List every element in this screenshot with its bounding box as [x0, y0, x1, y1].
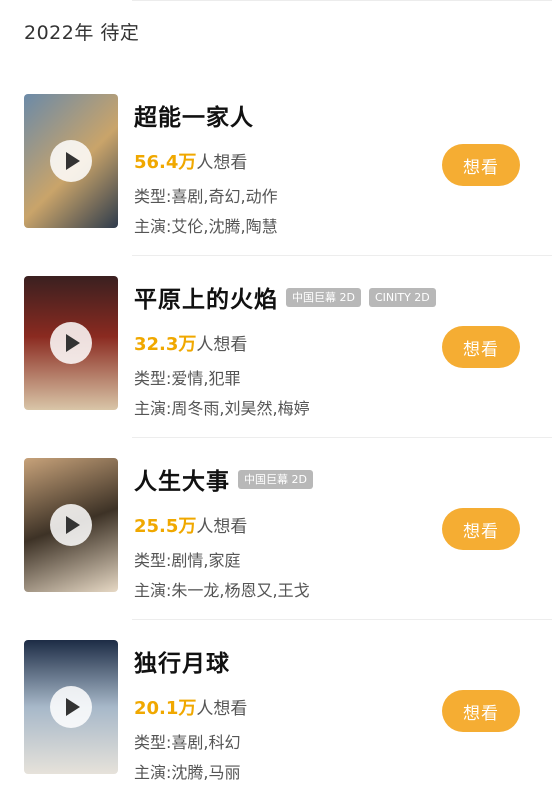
section-header: 2022年 待定	[24, 22, 140, 44]
movie-item[interactable]: 独行月球 20.1万人想看 类型:喜剧,科幻 主演:沈腾,马丽 想看	[0, 620, 552, 802]
movie-poster[interactable]	[24, 276, 118, 410]
movie-cast: 主演:周冬雨,刘昊然,梅婷	[134, 399, 310, 418]
movie-genre: 类型:喜剧,奇幻,动作	[134, 187, 278, 206]
top-divider	[132, 0, 552, 1]
movie-cast: 主演:朱一龙,杨恩又,王戈	[134, 581, 310, 600]
movie-genre: 类型:剧情,家庭	[134, 551, 241, 570]
movie-title[interactable]: 独行月球	[134, 644, 230, 678]
want-to-see-button[interactable]: 想看	[442, 144, 520, 186]
want-to-see-button[interactable]: 想看	[442, 508, 520, 550]
want-count: 32.3万	[134, 334, 197, 355]
movie-item[interactable]: 人生大事 中国巨幕 2D 25.5万人想看 类型:剧情,家庭 主演:朱一龙,杨恩…	[0, 438, 552, 620]
want-count: 20.1万	[134, 698, 197, 719]
movie-item[interactable]: 平原上的火焰 中国巨幕 2D CINITY 2D 32.3万人想看 类型:爱情,…	[0, 256, 552, 438]
want-count-row: 56.4万人想看	[134, 148, 247, 174]
movie-title[interactable]: 超能一家人	[134, 98, 254, 132]
play-icon[interactable]	[50, 504, 92, 546]
want-count-row: 25.5万人想看	[134, 512, 247, 538]
movie-title[interactable]: 平原上的火焰	[134, 280, 278, 314]
movie-title[interactable]: 人生大事	[134, 462, 230, 496]
movie-cast: 主演:沈腾,马丽	[134, 763, 241, 782]
movie-cast: 主演:艾伦,沈腾,陶慧	[134, 217, 278, 236]
format-tag: 中国巨幕 2D	[286, 287, 361, 307]
play-icon[interactable]	[50, 140, 92, 182]
want-suffix: 人想看	[196, 153, 248, 173]
movie-poster[interactable]	[24, 458, 118, 592]
want-suffix: 人想看	[196, 699, 248, 719]
want-to-see-button[interactable]: 想看	[442, 690, 520, 732]
movie-poster[interactable]	[24, 94, 118, 228]
movie-genre: 类型:喜剧,科幻	[134, 733, 241, 752]
movie-poster[interactable]	[24, 640, 118, 774]
movie-item[interactable]: 超能一家人 56.4万人想看 类型:喜剧,奇幻,动作 主演:艾伦,沈腾,陶慧 想…	[0, 74, 552, 256]
play-icon[interactable]	[50, 322, 92, 364]
want-count-row: 32.3万人想看	[134, 330, 247, 356]
format-tag: CINITY 2D	[368, 287, 436, 307]
want-count-row: 20.1万人想看	[134, 694, 247, 720]
want-suffix: 人想看	[196, 335, 248, 355]
want-count: 56.4万	[134, 152, 197, 173]
want-count: 25.5万	[134, 516, 197, 537]
play-icon[interactable]	[50, 686, 92, 728]
want-to-see-button[interactable]: 想看	[442, 326, 520, 368]
movie-genre: 类型:爱情,犯罪	[134, 369, 241, 388]
format-tag: 中国巨幕 2D	[238, 469, 313, 489]
want-suffix: 人想看	[196, 517, 248, 537]
